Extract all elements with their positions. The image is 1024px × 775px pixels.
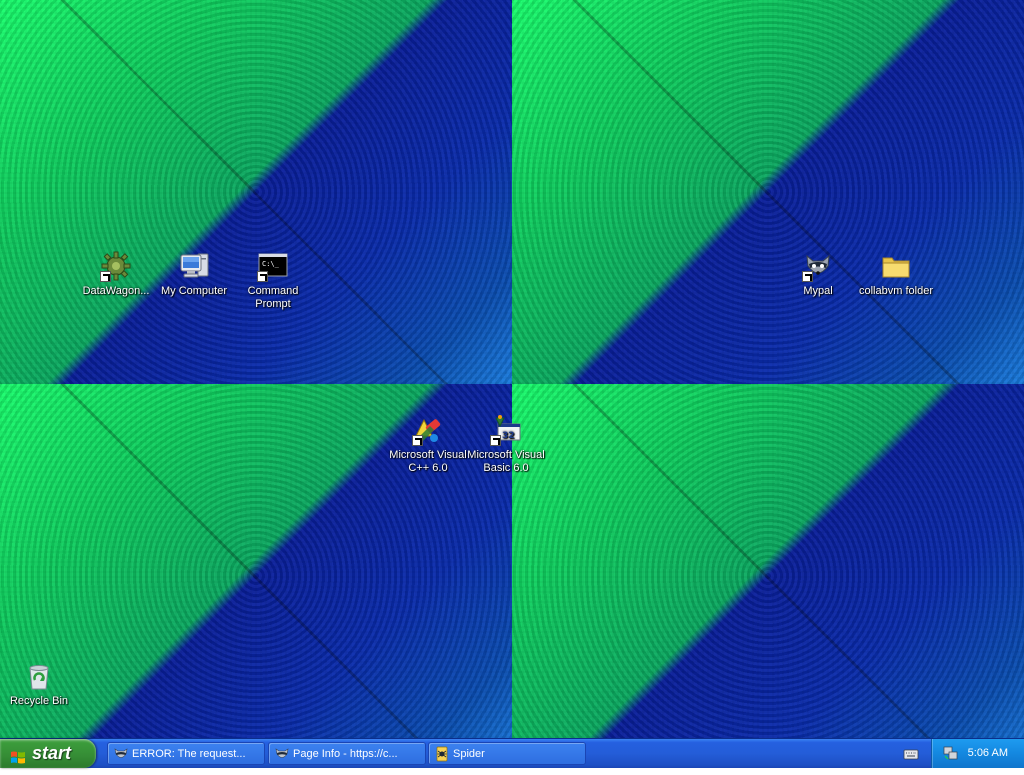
spider-solitaire-icon xyxy=(434,746,450,762)
desktop-icon-label: Command Prompt xyxy=(247,285,299,310)
desktop-icon-label: My Computer xyxy=(160,285,228,297)
task-label: Page Info - https://c... xyxy=(293,748,398,760)
wallpaper-tile xyxy=(512,384,1024,738)
raccoon-icon xyxy=(274,746,290,762)
desktop-icon-mypal[interactable]: Mypal xyxy=(779,250,857,298)
start-button[interactable]: start xyxy=(0,739,96,768)
task-label: ERROR: The request... xyxy=(132,748,246,760)
desktop-icon-label: Mypal xyxy=(803,285,833,297)
desktop-icon-label: Microsoft Visual Basic 6.0 xyxy=(467,449,545,474)
visual-basic-icon: 32 xyxy=(490,414,522,446)
desktop[interactable]: DataWagon... My Computer C:\_ Command Pr… xyxy=(0,0,1024,738)
desktop-icon-collabvm-folder[interactable]: collabvm folder xyxy=(857,250,935,298)
desktop-icon-command-prompt[interactable]: C:\_ Command Prompt xyxy=(234,250,312,311)
start-label: start xyxy=(32,743,72,763)
taskbar-button-error[interactable]: ERROR: The request... xyxy=(107,742,265,765)
svg-text:32: 32 xyxy=(502,431,515,441)
network-icon[interactable] xyxy=(942,745,958,761)
desktop-icon-recycle-bin[interactable]: Recycle Bin xyxy=(0,660,78,708)
desktop-icon-visual-basic[interactable]: 32 Microsoft Visual Basic 6.0 xyxy=(467,414,545,475)
desktop-icon-visual-cpp[interactable]: Microsoft Visual C++ 6.0 xyxy=(389,414,467,475)
shortcut-arrow-icon xyxy=(100,271,111,282)
shortcut-arrow-icon xyxy=(802,271,813,282)
raccoon-icon xyxy=(802,250,834,282)
desktop-icon-label: Microsoft Visual C++ 6.0 xyxy=(389,449,467,474)
system-tray: 5:06 AM xyxy=(931,739,1024,768)
shortcut-arrow-icon xyxy=(257,271,268,282)
shortcut-arrow-icon xyxy=(412,435,423,446)
folder-icon xyxy=(880,250,912,282)
command-prompt-icon: C:\_ xyxy=(257,250,289,282)
keyboard-icon[interactable] xyxy=(903,747,919,761)
desktop-icon-datawagon[interactable]: DataWagon... xyxy=(77,250,155,298)
gear-icon xyxy=(100,250,132,282)
wallpaper-tile xyxy=(512,0,1024,384)
desktop-icon-label: Recycle Bin xyxy=(9,695,69,707)
visual-cpp-icon xyxy=(412,414,444,446)
taskbar-button-spider[interactable]: Spider xyxy=(428,742,586,765)
desktop-icon-label: collabvm folder xyxy=(859,285,933,297)
desktop-icon-label: DataWagon... xyxy=(82,285,150,297)
recycle-bin-icon xyxy=(23,660,55,692)
taskbar: start ERROR: The request... Page Info - … xyxy=(0,738,1024,768)
desktop-icon-my-computer[interactable]: My Computer xyxy=(155,250,233,298)
computer-icon xyxy=(178,250,210,282)
raccoon-icon xyxy=(113,746,129,762)
windows-logo-icon xyxy=(10,746,26,764)
task-label: Spider xyxy=(453,748,485,760)
shortcut-arrow-icon xyxy=(490,435,501,446)
wallpaper-tile xyxy=(0,0,512,384)
svg-text:C:\_: C:\_ xyxy=(262,260,280,268)
taskbar-button-page-info[interactable]: Page Info - https://c... xyxy=(268,742,426,765)
clock[interactable]: 5:06 AM xyxy=(968,739,1008,768)
